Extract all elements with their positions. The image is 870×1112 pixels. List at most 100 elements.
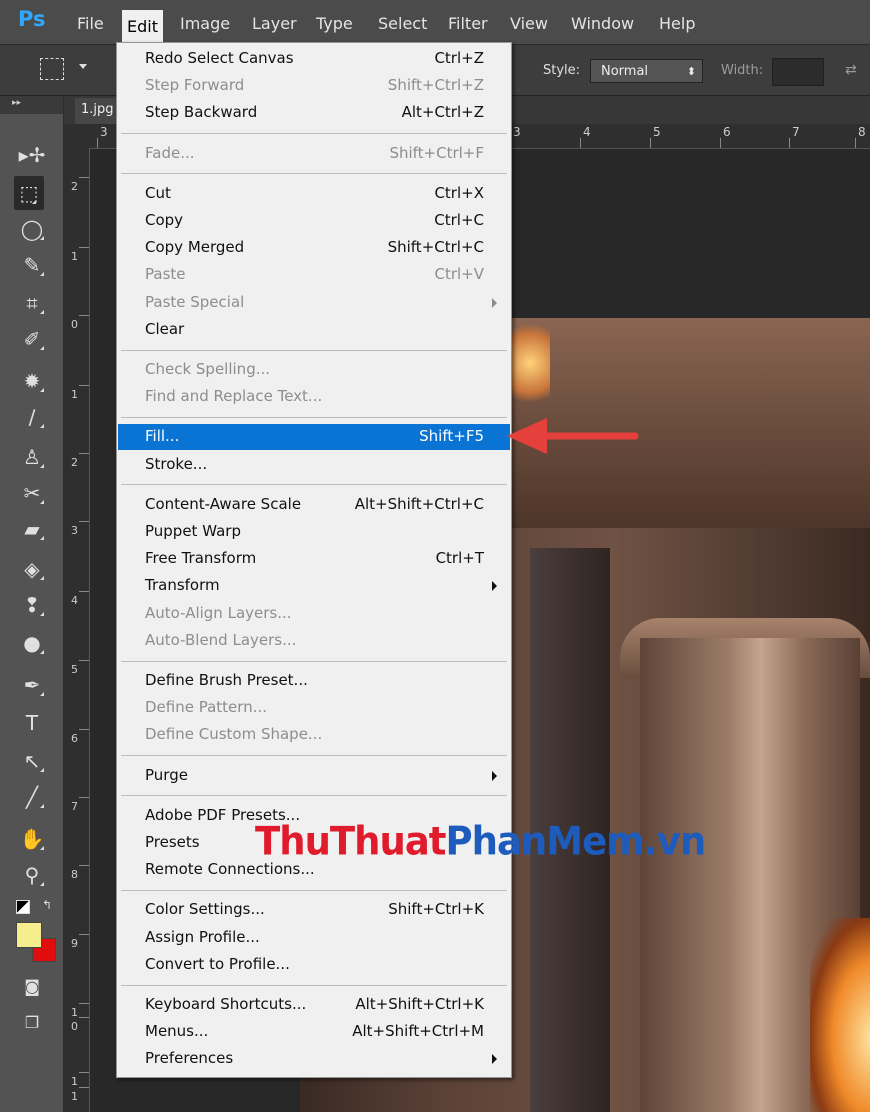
- pen-tool-icon[interactable]: ✒: [12, 668, 52, 702]
- menu-item-define-brush-preset[interactable]: Define Brush Preset...: [118, 668, 510, 694]
- brush-tool-icon[interactable]: ∕: [12, 400, 52, 434]
- menu-image[interactable]: Image: [180, 14, 230, 33]
- menu-item-redo-select-canvas[interactable]: Redo Select Canvas Ctrl+Z: [118, 46, 510, 72]
- menu-file[interactable]: File: [77, 14, 104, 33]
- menu-separator: [121, 755, 507, 757]
- menu-item-label: Color Settings...: [145, 900, 265, 919]
- menu-separator: [121, 795, 507, 797]
- foreground-color-swatch[interactable]: [16, 922, 42, 948]
- blur-tool-icon[interactable]: ❢: [12, 588, 52, 622]
- ruler-left-label: 7: [71, 800, 78, 813]
- menu-item-cut[interactable]: Cut Ctrl+X: [118, 181, 510, 207]
- menu-item-shortcut: Alt+Shift+Ctrl+M: [352, 1022, 484, 1041]
- menu-item-paste[interactable]: Paste Ctrl+V: [118, 262, 510, 288]
- photoshop-logo: Ps: [18, 7, 46, 31]
- dodge-tool-icon[interactable]: ●: [12, 626, 52, 660]
- screen-mode-icon[interactable]: ❐: [12, 1006, 52, 1040]
- quick-selection-tool-icon[interactable]: ✎: [12, 248, 52, 282]
- menu-item-step-forward[interactable]: Step Forward Shift+Ctrl+Z: [118, 73, 510, 99]
- eyedropper-tool-icon[interactable]: ✐: [12, 322, 52, 356]
- menu-item-label: Cut: [145, 183, 171, 202]
- menu-item-transform[interactable]: Transform: [118, 573, 510, 599]
- default-colors-icon[interactable]: [16, 900, 30, 914]
- move-tool-icon[interactable]: ▸✢: [12, 138, 52, 172]
- collapse-icon[interactable]: ▸▸: [12, 98, 21, 108]
- menu-item-label: Content-Aware Scale: [145, 494, 302, 513]
- chevron-down-icon[interactable]: [79, 64, 87, 69]
- type-tool-icon[interactable]: T: [12, 706, 52, 740]
- menu-item-clear[interactable]: Clear: [118, 317, 510, 343]
- menu-item-puppet-warp[interactable]: Puppet Warp: [118, 519, 510, 545]
- menu-item-check-spelling[interactable]: Check Spelling...: [118, 357, 510, 383]
- menu-item-label: Preferences: [145, 1049, 234, 1068]
- menu-type[interactable]: Type: [316, 14, 353, 33]
- swap-width-height-icon[interactable]: ⇄: [845, 62, 857, 78]
- menu-item-copy[interactable]: Copy Ctrl+C: [118, 208, 510, 234]
- menu-item-copy-merged[interactable]: Copy Merged Shift+Ctrl+C: [118, 235, 510, 261]
- paint-bucket-tool-icon[interactable]: ◈: [12, 552, 52, 586]
- healing-brush-tool-icon[interactable]: ✹: [12, 364, 52, 398]
- menu-window[interactable]: Window: [571, 14, 634, 33]
- quick-mask-icon[interactable]: ◙: [12, 970, 52, 1004]
- menu-item-convert-to-profile[interactable]: Convert to Profile...: [118, 952, 510, 978]
- watermark-part1: ThuThuat: [255, 818, 446, 865]
- menu-item-auto-blend-layers[interactable]: Auto-Blend Layers...: [118, 628, 510, 654]
- menu-item-label: Paste: [145, 265, 186, 284]
- menu-item-find-and-replace-text[interactable]: Find and Replace Text...: [118, 384, 510, 410]
- menu-view[interactable]: View: [510, 14, 548, 33]
- width-label: Width:: [721, 63, 764, 78]
- width-input[interactable]: [772, 58, 824, 86]
- toolbox-header[interactable]: ▸▸: [0, 96, 63, 114]
- menu-item-paste-special[interactable]: Paste Special: [118, 290, 510, 316]
- menu-item-menus[interactable]: Menus... Alt+Shift+Ctrl+M: [118, 1019, 510, 1045]
- menu-select[interactable]: Select: [378, 14, 427, 33]
- menu-item-label: Copy Merged: [145, 238, 245, 257]
- ruler-left-label: 8: [71, 868, 78, 881]
- eraser-tool-icon[interactable]: ▰: [12, 512, 52, 546]
- zoom-tool-icon[interactable]: ⚲: [12, 858, 52, 892]
- menu-item-fade[interactable]: Fade... Shift+Ctrl+F: [118, 141, 510, 167]
- menu-item-color-settings[interactable]: Color Settings... Shift+Ctrl+K: [118, 897, 510, 923]
- menu-filter[interactable]: Filter: [448, 14, 488, 33]
- ruler-vertical[interactable]: [63, 148, 90, 1112]
- menu-help[interactable]: Help: [659, 14, 695, 33]
- path-selection-tool-icon[interactable]: ↖: [12, 744, 52, 778]
- menu-item-shortcut: Alt+Shift+Ctrl+C: [354, 494, 484, 513]
- lasso-tool-icon[interactable]: ◯: [12, 212, 52, 246]
- ruler-left-label: 9: [71, 937, 78, 950]
- menu-item-label: Free Transform: [145, 549, 257, 568]
- ruler-left-label: 0: [71, 1020, 78, 1033]
- marquee-tool-icon[interactable]: ⬚: [14, 176, 44, 210]
- menu-item-label: Transform: [145, 576, 220, 595]
- ruler-left-label: 1: [71, 250, 78, 263]
- menu-item-purge[interactable]: Purge: [118, 763, 510, 789]
- menu-item-assign-profile[interactable]: Assign Profile...: [118, 925, 510, 951]
- menu-item-content-aware-scale[interactable]: Content-Aware Scale Alt+Shift+Ctrl+C: [118, 492, 510, 518]
- menu-item-preferences[interactable]: Preferences: [118, 1046, 510, 1072]
- line-tool-icon[interactable]: ╱: [12, 780, 52, 814]
- menu-item-define-custom-shape[interactable]: Define Custom Shape...: [118, 722, 510, 748]
- menu-item-free-transform[interactable]: Free Transform Ctrl+T: [118, 546, 510, 572]
- menu-layer[interactable]: Layer: [252, 14, 297, 33]
- menu-item-fill[interactable]: Fill... Shift+F5: [118, 424, 510, 451]
- crop-tool-icon[interactable]: ⌗: [12, 286, 52, 320]
- menu-edit[interactable]: Edit: [122, 10, 163, 43]
- menu-item-define-pattern[interactable]: Define Pattern...: [118, 695, 510, 721]
- menu-item-label: Define Custom Shape...: [145, 725, 323, 744]
- history-brush-tool-icon[interactable]: ✂: [12, 476, 52, 510]
- menu-item-shortcut: Shift+Ctrl+K: [388, 900, 484, 919]
- menu-item-label: Copy: [145, 211, 184, 229]
- marquee-preset-icon[interactable]: [40, 58, 64, 80]
- swap-colors-icon[interactable]: ↰: [42, 898, 52, 912]
- style-label: Style:: [543, 63, 581, 78]
- menu-separator: [121, 349, 507, 351]
- hand-tool-icon[interactable]: ✋: [12, 822, 52, 856]
- menu-item-stroke[interactable]: Stroke...: [118, 452, 510, 478]
- menu-item-step-backward[interactable]: Step Backward Alt+Ctrl+Z: [118, 100, 510, 126]
- ruler-left-label: 5: [71, 663, 78, 676]
- style-select[interactable]: Normal ⬍: [590, 59, 703, 83]
- menu-item-auto-align-layers[interactable]: Auto-Align Layers...: [118, 601, 510, 627]
- menu-item-keyboard-shortcuts[interactable]: Keyboard Shortcuts... Alt+Shift+Ctrl+K: [118, 992, 510, 1018]
- menu-separator: [121, 133, 507, 135]
- clone-stamp-tool-icon[interactable]: ♙: [12, 440, 52, 474]
